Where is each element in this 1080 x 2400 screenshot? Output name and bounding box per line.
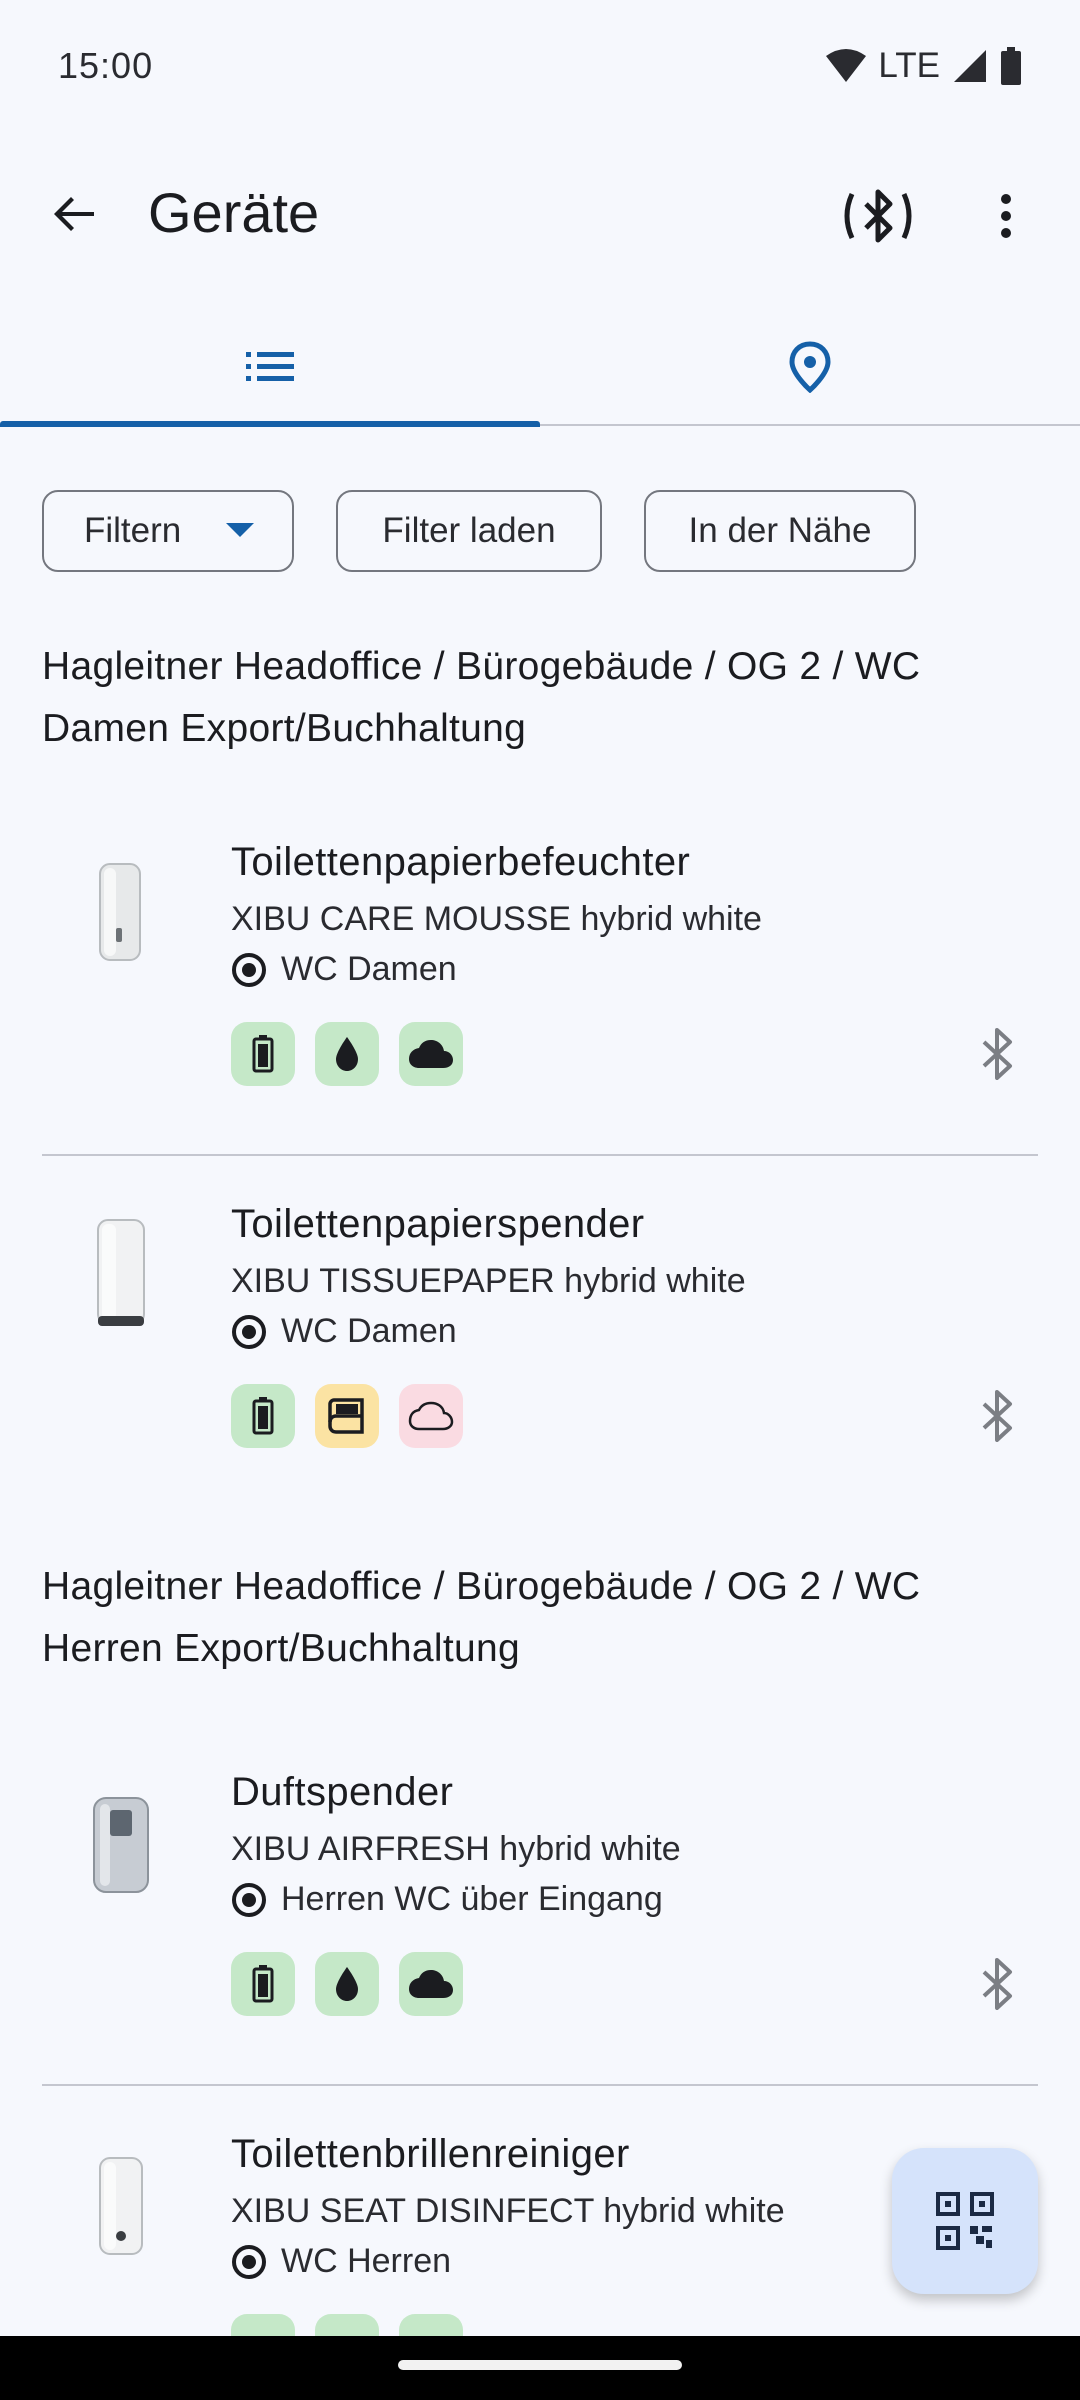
device-name: Duftspender: [231, 1770, 454, 1814]
tab-list[interactable]: [0, 310, 540, 424]
more-vert-icon: [1001, 194, 1011, 238]
bluetooth-button[interactable]: [970, 1388, 1026, 1444]
device-row[interactable]: Toilettenpapierbefeuchter XIBU CARE MOUS…: [42, 840, 1038, 1170]
battery-badge: [231, 1384, 295, 1448]
device-location: WC Damen: [231, 950, 457, 989]
drop-icon: [336, 1037, 358, 1071]
tab-bar: [0, 310, 1080, 427]
paper-roll-icon: [328, 1398, 364, 1434]
drop-icon: [336, 1967, 358, 2001]
device-image: [93, 1797, 149, 1893]
filter-chip-label: Filtern: [84, 511, 182, 550]
signal-icon: [954, 50, 986, 82]
device-model: XIBU CARE MOUSSE hybrid white: [231, 900, 762, 938]
home-handle[interactable]: [398, 2360, 682, 2370]
device-name: Toilettenpapierspender: [231, 1202, 645, 1246]
overflow-menu-button[interactable]: [976, 180, 1036, 252]
location-target-icon: [232, 2244, 266, 2279]
nearby-chip[interactable]: In der Nähe: [644, 490, 916, 572]
divider: [42, 2084, 1038, 2086]
app-bar: Geräte: [0, 150, 1080, 282]
device-name: Toilettenbrillenreiniger: [231, 2132, 630, 2176]
nearby-label: In der Nähe: [688, 511, 872, 550]
cloud-outline-icon: [408, 1401, 454, 1431]
bluetooth-icon: [982, 1390, 1012, 1442]
device-model: XIBU TISSUEPAPER hybrid white: [231, 1262, 746, 1300]
status-badges: [231, 1022, 463, 1086]
wifi-icon: [826, 49, 867, 82]
device-image: [99, 863, 141, 961]
location-target-icon: [232, 1314, 266, 1349]
location-pin-icon: [789, 341, 831, 393]
device-location: WC Herren: [231, 2242, 451, 2281]
battery-icon: [252, 1397, 274, 1435]
list-icon: [246, 352, 294, 381]
device-location: WC Damen: [231, 1312, 457, 1351]
bluetooth-button[interactable]: [970, 1026, 1026, 1082]
qr-scan-button[interactable]: [892, 2148, 1038, 2294]
paper-level-badge: [315, 1384, 379, 1448]
status-time: 15:00: [58, 45, 154, 86]
device-row[interactable]: Toilettenpapierspender XIBU TISSUEPAPER …: [42, 1202, 1038, 1532]
cloud-badge: [399, 1384, 463, 1448]
network-type: LTE: [878, 46, 940, 85]
group-header: Hagleitner Headoffice / Bürogebäude / OG…: [42, 645, 921, 750]
divider: [42, 1154, 1038, 1156]
battery-icon: [252, 1965, 274, 2003]
arrow-back-icon: [54, 197, 94, 231]
cloud-badge: [399, 1952, 463, 2016]
device-model: XIBU SEAT DISINFECT hybrid white: [231, 2192, 785, 2230]
system-nav-bar: [0, 2336, 1080, 2400]
dropdown-arrow-icon: [226, 523, 254, 537]
cloud-icon: [409, 1970, 453, 1998]
status-icons: LTE: [826, 46, 1022, 86]
battery-icon: [252, 1035, 274, 1073]
location-target-icon: [232, 952, 266, 987]
device-image: [97, 1219, 145, 1326]
qr-code-scanner-icon: [936, 2192, 994, 2250]
battery-status-icon: [1001, 47, 1021, 85]
bluetooth-searching-icon: [844, 189, 912, 243]
fill-level-badge: [315, 1952, 379, 2016]
bluetooth-scan-button[interactable]: [838, 180, 918, 252]
bluetooth-icon: [982, 1958, 1012, 2010]
tab-indicator: [0, 421, 540, 427]
device-location: Herren WC über Eingang: [231, 1880, 663, 1919]
cloud-badge: [399, 1022, 463, 1086]
bluetooth-icon: [982, 1028, 1012, 1080]
load-filter-label: Filter laden: [382, 511, 556, 550]
status-badges: [231, 1384, 463, 1448]
device-location-text: WC Damen: [281, 1312, 457, 1350]
device-row[interactable]: Duftspender XIBU AIRFRESH hybrid white H…: [42, 1770, 1038, 2100]
status-badges: [231, 1952, 463, 2016]
cloud-icon: [409, 1040, 453, 1068]
device-location-text: WC Herren: [281, 2242, 452, 2280]
device-model: XIBU AIRFRESH hybrid white: [231, 1830, 681, 1868]
device-image: [99, 2157, 143, 2255]
filter-chip[interactable]: Filtern: [42, 490, 294, 572]
bluetooth-button[interactable]: [970, 1956, 1026, 2012]
battery-badge: [231, 1952, 295, 2016]
device-location-text: WC Damen: [281, 950, 457, 988]
fill-level-badge: [315, 1022, 379, 1086]
page-title: Geräte: [148, 181, 320, 244]
device-location-text: Herren WC über Eingang: [281, 1880, 663, 1918]
back-button[interactable]: [42, 182, 106, 246]
group-header: Hagleitner Headoffice / Bürogebäude / OG…: [42, 1565, 921, 1670]
battery-badge: [231, 1022, 295, 1086]
device-name: Toilettenpapierbefeuchter: [231, 840, 691, 884]
load-filter-chip[interactable]: Filter laden: [336, 490, 602, 572]
location-target-icon: [232, 1882, 266, 1917]
tab-map[interactable]: [540, 310, 1080, 424]
status-bar: 15:00 LTE: [0, 0, 1080, 132]
